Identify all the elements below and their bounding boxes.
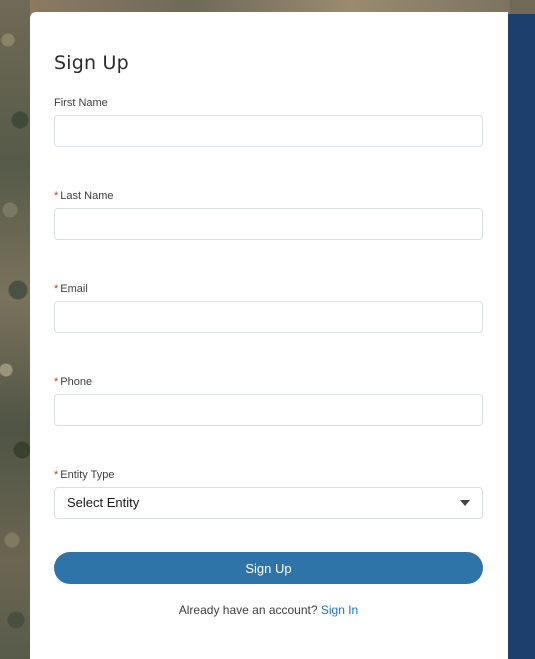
first-name-input[interactable] xyxy=(54,115,483,147)
sign-in-prompt: Already have an account? Sign In xyxy=(54,603,483,617)
footer-text: Already have an account? xyxy=(178,603,318,617)
chevron-down-icon xyxy=(460,500,470,506)
last-name-input[interactable] xyxy=(54,208,483,240)
page-title: Sign Up xyxy=(54,52,129,74)
phone-input[interactable] xyxy=(54,394,483,426)
sign-in-link[interactable]: Sign In xyxy=(321,603,358,617)
email-field: * Email xyxy=(54,282,483,333)
sign-up-button[interactable]: Sign Up xyxy=(54,552,483,584)
phone-label: * Phone xyxy=(54,376,93,388)
first-name-field: First Name xyxy=(54,96,483,147)
entity-type-select[interactable]: Select Entity xyxy=(54,487,483,519)
required-marker: * xyxy=(54,283,59,295)
last-name-field: * Last Name xyxy=(54,189,483,240)
first-name-label: First Name xyxy=(54,97,108,109)
email-label: * Email xyxy=(54,283,88,295)
email-input[interactable] xyxy=(54,301,483,333)
required-marker: * xyxy=(54,376,59,388)
signup-card: Sign Up First Name * Last Name * Email * Ph… xyxy=(30,12,508,659)
side-panel xyxy=(508,14,535,659)
required-marker: * xyxy=(54,190,59,202)
last-name-label: * Last Name xyxy=(54,190,114,202)
phone-field: * Phone xyxy=(54,375,483,426)
entity-type-label: * Entity Type xyxy=(54,469,115,481)
entity-type-selected-value: Select Entity xyxy=(67,495,140,510)
entity-type-field: * Entity Type Select Entity xyxy=(54,468,483,519)
required-marker: * xyxy=(54,469,59,481)
